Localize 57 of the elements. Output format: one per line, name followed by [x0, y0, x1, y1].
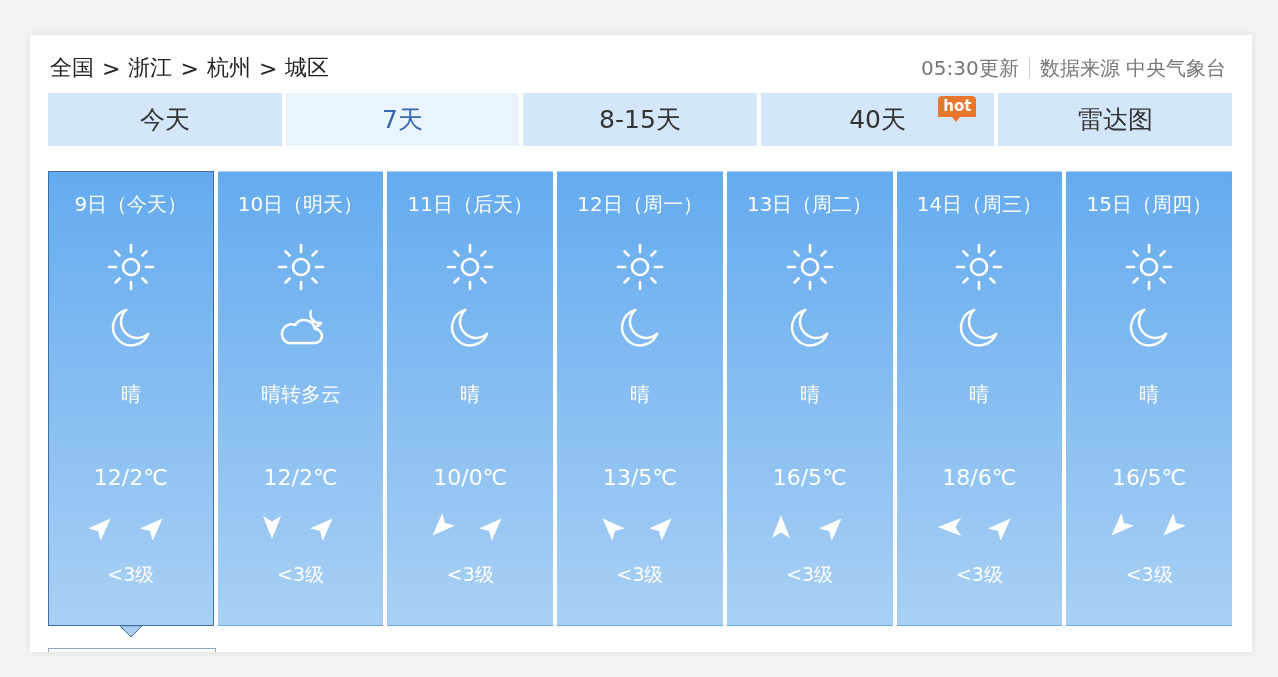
forecast-tab[interactable]: 8-15天	[523, 93, 757, 146]
moon-icon	[1129, 307, 1170, 347]
wind-level: <3级	[955, 562, 1003, 587]
day-date: 10日（明天）	[237, 190, 364, 218]
day-date: 9日（今天）	[74, 190, 188, 218]
weather-text: 晴	[120, 380, 141, 408]
moon-icon	[620, 307, 660, 347]
day-date: 15日（周四）	[1086, 190, 1212, 218]
weather-text: 晴	[460, 380, 481, 408]
wind-level: <3级	[277, 562, 325, 587]
wind-level: <3级	[786, 562, 834, 587]
breadcrumb-link[interactable]: 浙江	[128, 53, 173, 83]
day-date: 14日（周三）	[916, 190, 1043, 218]
sun-icon	[1125, 243, 1174, 291]
weather-text: 晴转多云	[260, 380, 341, 408]
temperature: 16/5℃	[1112, 463, 1187, 492]
wind-level: <3级	[107, 562, 155, 587]
temperature: 12/2℃	[263, 463, 338, 492]
temperature: 18/6℃	[942, 463, 1017, 492]
moon-icon	[959, 307, 1000, 347]
selection-pointer-icon	[119, 626, 142, 638]
moon-icon	[789, 307, 830, 347]
breadcrumb-separator: >	[180, 55, 199, 81]
sun-icon	[276, 243, 325, 291]
moon-icon	[110, 307, 151, 347]
sun-icon	[785, 243, 834, 291]
day-date: 13日（周二）	[746, 190, 873, 218]
weather-text: 晴	[1139, 380, 1160, 408]
forecast-tab[interactable]: 今天	[48, 93, 282, 146]
sun-icon	[446, 243, 495, 291]
wind-level: <3级	[446, 562, 494, 587]
weather-text: 晴	[969, 380, 990, 408]
weather-text: 晴	[799, 380, 820, 408]
day-date: 11日（后天）	[407, 190, 533, 218]
breadcrumb-link[interactable]: 城区	[285, 53, 330, 83]
breadcrumb-separator: >	[102, 55, 121, 81]
temperature: 10/0℃	[433, 463, 508, 492]
data-source: 数据来源 中央气象台	[1039, 54, 1226, 82]
update-time: 05:30更新	[921, 54, 1019, 82]
hot-badge: hot	[938, 96, 977, 122]
moon-icon	[450, 307, 491, 347]
breadcrumb-link[interactable]: 杭州	[206, 53, 251, 83]
forecast-tab[interactable]: 40天 hot	[760, 93, 995, 146]
weather-text: 晴	[630, 380, 650, 408]
wind-level: <3级	[616, 562, 664, 587]
day-date: 12日（周一）	[577, 190, 703, 218]
sun-icon	[106, 243, 155, 291]
forecast-tab[interactable]: 雷达图	[998, 93, 1232, 146]
breadcrumb-link[interactable]: 全国	[50, 53, 94, 83]
temperature: 13/5℃	[602, 463, 678, 492]
temperature: 12/2℃	[93, 463, 168, 492]
forecast-tab[interactable]: 7天	[285, 93, 520, 146]
breadcrumb-separator: >	[258, 55, 278, 81]
temperature: 16/5℃	[772, 463, 847, 492]
wind-level: <3级	[1125, 562, 1173, 587]
sun-icon	[955, 243, 1004, 291]
sun-icon	[616, 243, 664, 291]
